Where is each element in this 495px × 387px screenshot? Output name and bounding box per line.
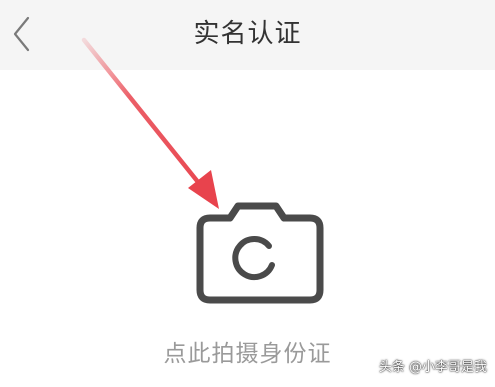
top-nav-bar: 实名认证 xyxy=(0,0,495,70)
capture-id-card-button[interactable] xyxy=(190,190,330,310)
watermark: 头条 @小李哥是我 xyxy=(378,360,487,375)
page-title: 实名认证 xyxy=(193,19,302,49)
camera-icon xyxy=(196,202,324,304)
